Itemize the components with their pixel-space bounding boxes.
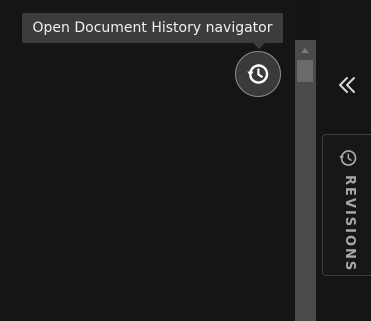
app-window: Open Document History navigator REVISION…	[0, 0, 371, 321]
document-history-button[interactable]	[235, 51, 281, 97]
document-editor-area[interactable]	[0, 0, 295, 321]
scroll-up-arrow-icon[interactable]	[301, 48, 309, 53]
vertical-scrollbar[interactable]	[295, 40, 316, 321]
history-icon	[247, 64, 269, 84]
history-tooltip: Open Document History navigator	[22, 13, 283, 43]
double-chevron-left-icon	[339, 77, 355, 93]
revisions-tab[interactable]: REVISIONS	[322, 134, 371, 276]
collapse-panel-button[interactable]	[335, 72, 359, 98]
tooltip-arrow	[253, 43, 265, 49]
revisions-tab-label: REVISIONS	[342, 175, 357, 273]
scrollbar-thumb[interactable]	[297, 60, 313, 82]
history-icon	[339, 150, 357, 166]
